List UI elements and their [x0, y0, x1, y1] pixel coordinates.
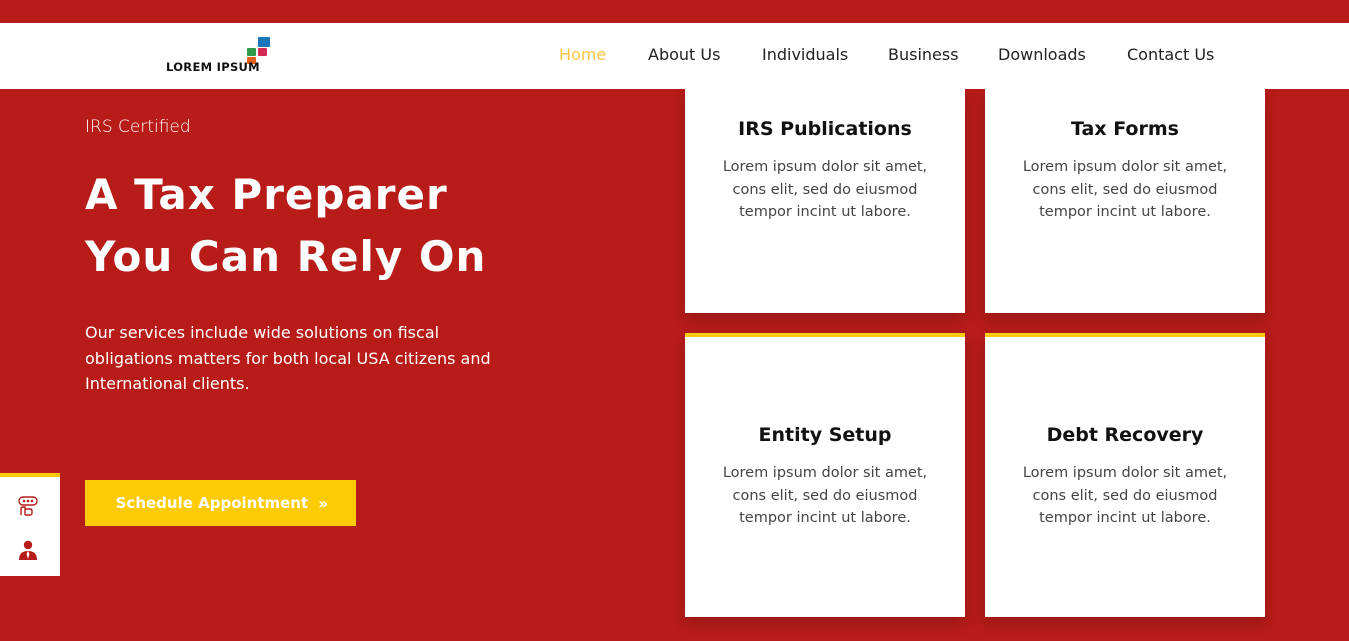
nav-link-about-us[interactable]: About Us: [648, 45, 720, 64]
service-card-debt-recovery[interactable]: Debt Recovery Lorem ipsum dolor sit amet…: [985, 333, 1265, 617]
card-title: Debt Recovery: [1046, 424, 1204, 446]
nav-link-individuals[interactable]: Individuals: [762, 45, 848, 64]
card-text: Lorem ipsum dolor sit amet, cons elit, s…: [722, 159, 928, 220]
user-icon[interactable]: [17, 539, 39, 561]
hero-title-line-2: You Can Rely On: [85, 232, 487, 281]
hero-title: A Tax Preparer You Can Rely On: [85, 164, 486, 288]
card-title: Entity Setup: [758, 424, 892, 446]
card-title: IRS Publications: [738, 118, 912, 140]
hero-eyebrow: IRS Certified: [85, 117, 191, 137]
navbar: LOREM IPSUM Home About Us Individuals Bu…: [0, 23, 1349, 89]
service-card-irs-publications[interactable]: IRS Publications Lorem ipsum dolor sit a…: [685, 89, 965, 313]
nav-link-downloads[interactable]: Downloads: [998, 45, 1086, 64]
hero-title-line-1: A Tax Preparer: [85, 170, 448, 219]
double-chevron-right-icon: ››: [318, 493, 328, 513]
side-quick-actions: [0, 473, 60, 576]
logo-square-blue: [258, 37, 270, 47]
card-title: Tax Forms: [1071, 118, 1179, 140]
logo-square-green: [247, 48, 256, 56]
card-text: Lorem ipsum dolor sit amet, cons elit, s…: [1022, 465, 1228, 526]
nav-link-contact-us[interactable]: Contact Us: [1127, 45, 1214, 64]
brand-logo[interactable]: LOREM IPSUM: [166, 37, 276, 77]
cta-label: Schedule Appointment: [115, 494, 309, 512]
hero-description: Our services include wide solutions on f…: [85, 323, 491, 393]
service-card-entity-setup[interactable]: Entity Setup Lorem ipsum dolor sit amet,…: [685, 333, 965, 617]
card-text: Lorem ipsum dolor sit amet, cons elit, s…: [722, 465, 928, 526]
logo-text: LOREM IPSUM: [166, 60, 260, 74]
card-text: Lorem ipsum dolor sit amet, cons elit, s…: [1022, 159, 1228, 220]
consultation-icon[interactable]: [17, 495, 39, 517]
nav-link-business[interactable]: Business: [888, 45, 959, 64]
schedule-appointment-button[interactable]: Schedule Appointment ››: [85, 480, 356, 526]
logo-square-pink: [258, 48, 267, 56]
nav-link-home[interactable]: Home: [559, 45, 606, 64]
service-card-tax-forms[interactable]: Tax Forms Lorem ipsum dolor sit amet, co…: [985, 89, 1265, 313]
